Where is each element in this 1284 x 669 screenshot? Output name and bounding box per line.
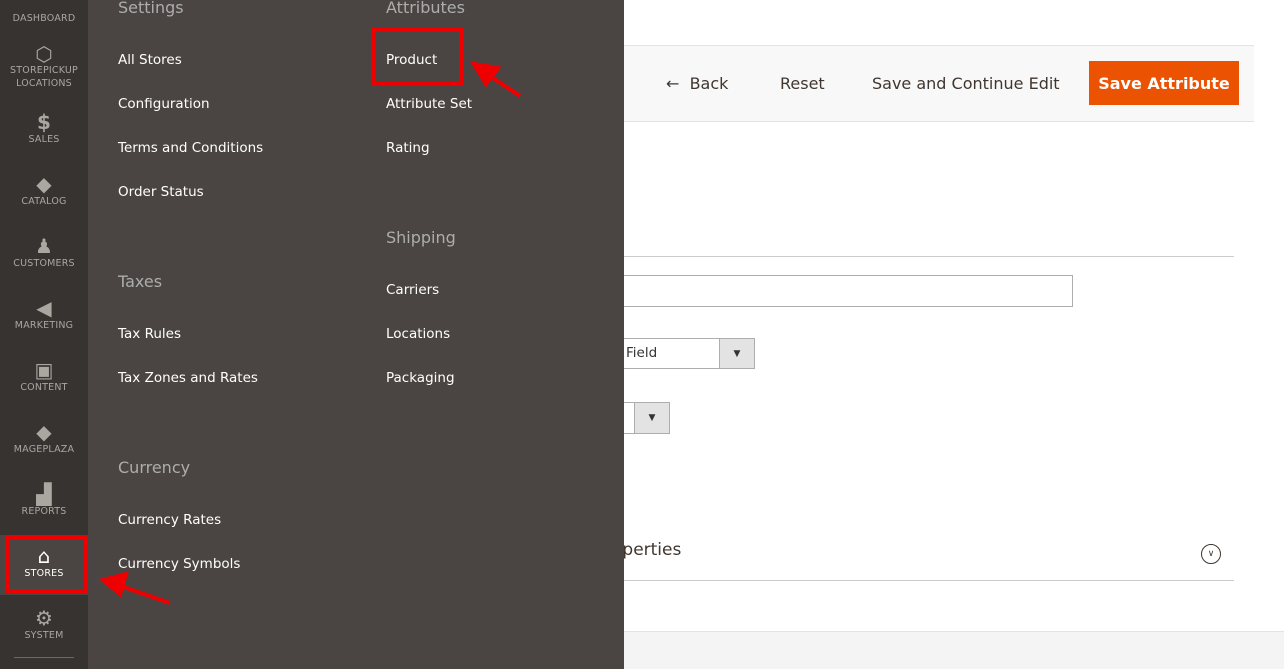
red-arrow-stores bbox=[98, 571, 171, 605]
red-arrow-product bbox=[470, 61, 522, 98]
annotation-arrows bbox=[98, 61, 522, 605]
